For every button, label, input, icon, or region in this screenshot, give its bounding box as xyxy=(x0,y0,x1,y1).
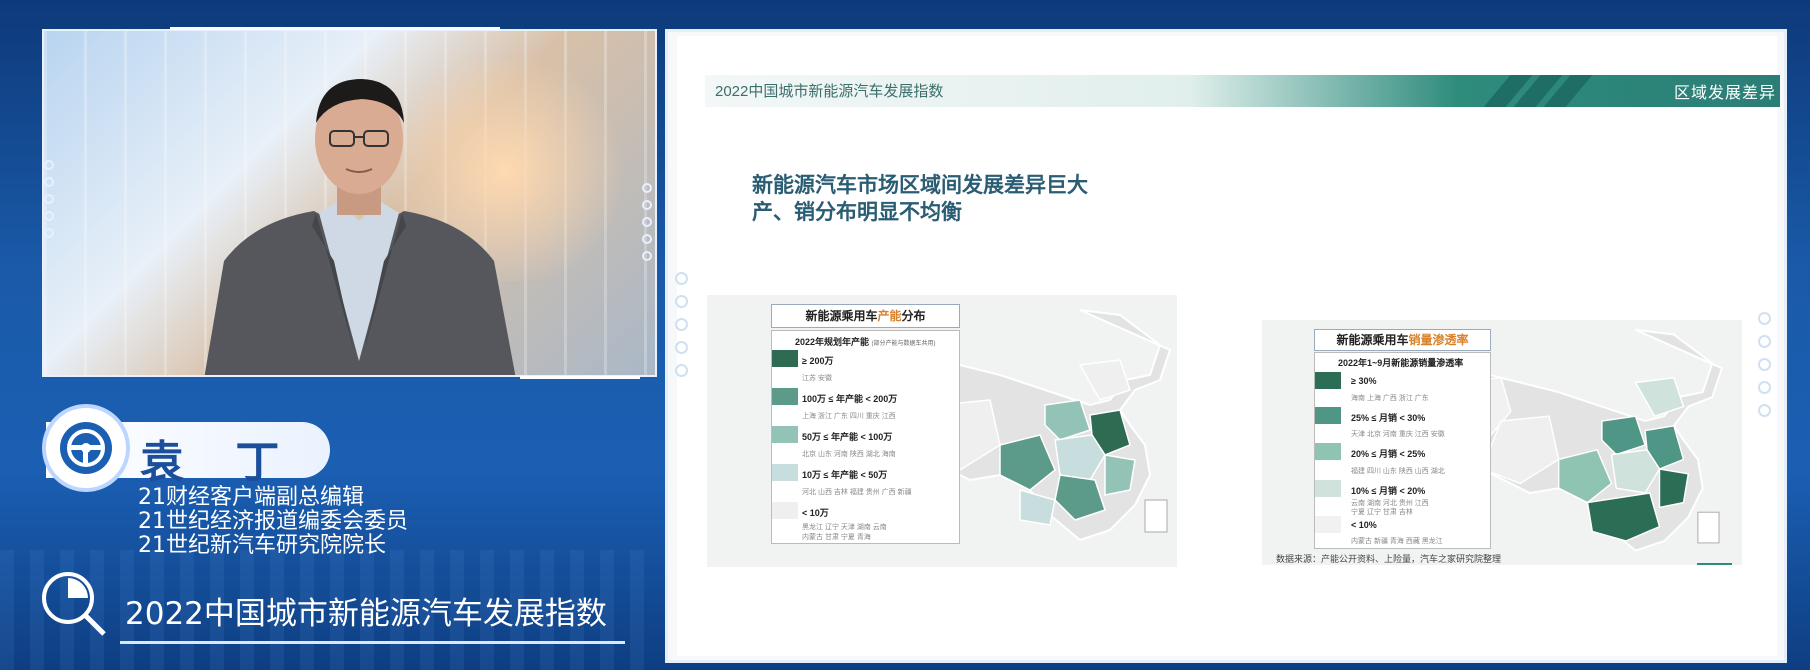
tier-label: 100万 ≤ 年产能 < 200万 xyxy=(802,394,898,404)
tier-provinces: 北京 山东 河南 陕西 湖北 海南 xyxy=(802,451,896,458)
tier-label: 10% ≤ 月销 < 20% xyxy=(1351,486,1426,496)
presenter-video xyxy=(42,29,657,377)
legend-title-text: 新能源乘用车 xyxy=(805,309,878,323)
tier-provinces: 天津 北京 河南 重庆 江西 安徽 xyxy=(1351,431,1445,438)
slide-title-line: 新能源汽车市场区域间发展差异巨大 xyxy=(752,173,1088,197)
tier-label: ≥ 200万 xyxy=(802,356,834,366)
legend-title-text: 新能源乘用车 xyxy=(1336,333,1409,347)
legend-swatch xyxy=(772,502,798,519)
tier-provinces: 江苏 安徽 xyxy=(802,375,832,382)
legend-swatch xyxy=(1315,372,1341,389)
presenter-image xyxy=(204,79,516,375)
tier-provinces: 内蒙古 甘肃 宁夏 青海 xyxy=(802,534,871,541)
legend-title-highlight: 产能 xyxy=(877,309,902,323)
tier-provinces: 黑龙江 辽宁 天津 湖南 云南 xyxy=(802,524,887,531)
slide-header-right: 区域发展差异 xyxy=(1674,85,1777,102)
slide-side-dots-left xyxy=(675,272,688,377)
tier-label: 25% ≤ 月销 < 30% xyxy=(1351,413,1426,423)
tier-provinces: 海南 上海 广西 浙江 广东 xyxy=(1351,395,1429,402)
legend-subtitle: 2022年规划年产能 xyxy=(795,337,870,347)
presenter-title: 21世纪经济报道编委会委员 xyxy=(138,509,408,534)
legend-swatch xyxy=(1315,516,1341,533)
penetration-legend-subtitle: 2022年1~9月新能源销量渗透率 xyxy=(1338,358,1464,368)
presenter-title: 21世纪新汽车研究院院长 xyxy=(138,533,386,558)
tier-provinces: 河北 山西 吉林 福建 贵州 广西 新疆 xyxy=(802,489,912,496)
legend-swatch xyxy=(772,350,798,367)
tier-label: 10万 ≤ 年产能 < 50万 xyxy=(802,470,888,480)
video-side-dots-right xyxy=(642,183,652,261)
tier-label: 50万 ≤ 年产能 < 100万 xyxy=(802,432,893,442)
steering-wheel-icon xyxy=(42,404,130,492)
slide-header-left: 2022中国城市新能源汽车发展指数 xyxy=(715,83,944,100)
tier-label: < 10万 xyxy=(802,508,829,518)
capacity-legend-subtitle: 2022年规划年产能 (部分产能与数据车共用) xyxy=(795,335,936,348)
tier-label: ≥ 30% xyxy=(1351,376,1377,386)
legend-title-text: 分布 xyxy=(901,309,926,323)
slide-title-line: 产、销分布明显不均衡 xyxy=(752,200,962,224)
legend-swatch xyxy=(1315,443,1341,460)
legend-swatch xyxy=(772,388,798,405)
title-underline xyxy=(120,641,625,644)
video-side-dots-left xyxy=(44,160,54,238)
program-title: 2022中国城市新能源汽车发展指数 xyxy=(125,596,607,632)
legend-swatch xyxy=(772,426,798,443)
slide-title: 新能源汽车市场区域间发展差异巨大 产、销分布明显不均衡 xyxy=(752,172,1088,226)
penetration-legend-title: 新能源乘用车销量渗透率 xyxy=(1314,329,1491,351)
presenter-titles: 21财经客户端副总编辑 21世纪经济报道编委会委员 21世纪新汽车研究院院长 xyxy=(138,486,408,558)
capacity-legend-title: 新能源乘用车产能分布 xyxy=(771,304,960,328)
legend-swatch xyxy=(1315,407,1341,424)
tier-provinces: 上海 浙江 广东 四川 重庆 江西 xyxy=(802,413,896,420)
frame-decoration xyxy=(170,27,500,30)
slide-side-dots-right xyxy=(1758,312,1771,417)
slide-accent-line xyxy=(1697,563,1732,565)
legend-subtitle-note: (部分产能与数据车共用) xyxy=(871,341,936,347)
presenter-title: 21财经客户端副总编辑 xyxy=(138,485,364,510)
legend-swatch xyxy=(1315,480,1341,497)
tier-label: < 10% xyxy=(1351,520,1377,530)
frame-decoration xyxy=(520,376,640,379)
legend-swatch xyxy=(772,464,798,481)
magnifier-chart-icon xyxy=(42,572,106,636)
presenter-name: 袁 丁 xyxy=(140,437,298,488)
tier-provinces: 内蒙古 新疆 青海 西藏 黑龙江 xyxy=(1351,538,1443,545)
tier-provinces: 宁夏 辽宁 甘肃 吉林 xyxy=(1351,509,1413,516)
legend-title-highlight: 销量渗透率 xyxy=(1408,333,1469,347)
data-source: 数据来源：产能公开资料、上险量，汽车之家研究院整理 xyxy=(1276,554,1502,564)
tier-label: 20% ≤ 月销 < 25% xyxy=(1351,449,1426,459)
tier-provinces: 福建 四川 山东 陕西 山西 湖北 xyxy=(1351,468,1445,475)
